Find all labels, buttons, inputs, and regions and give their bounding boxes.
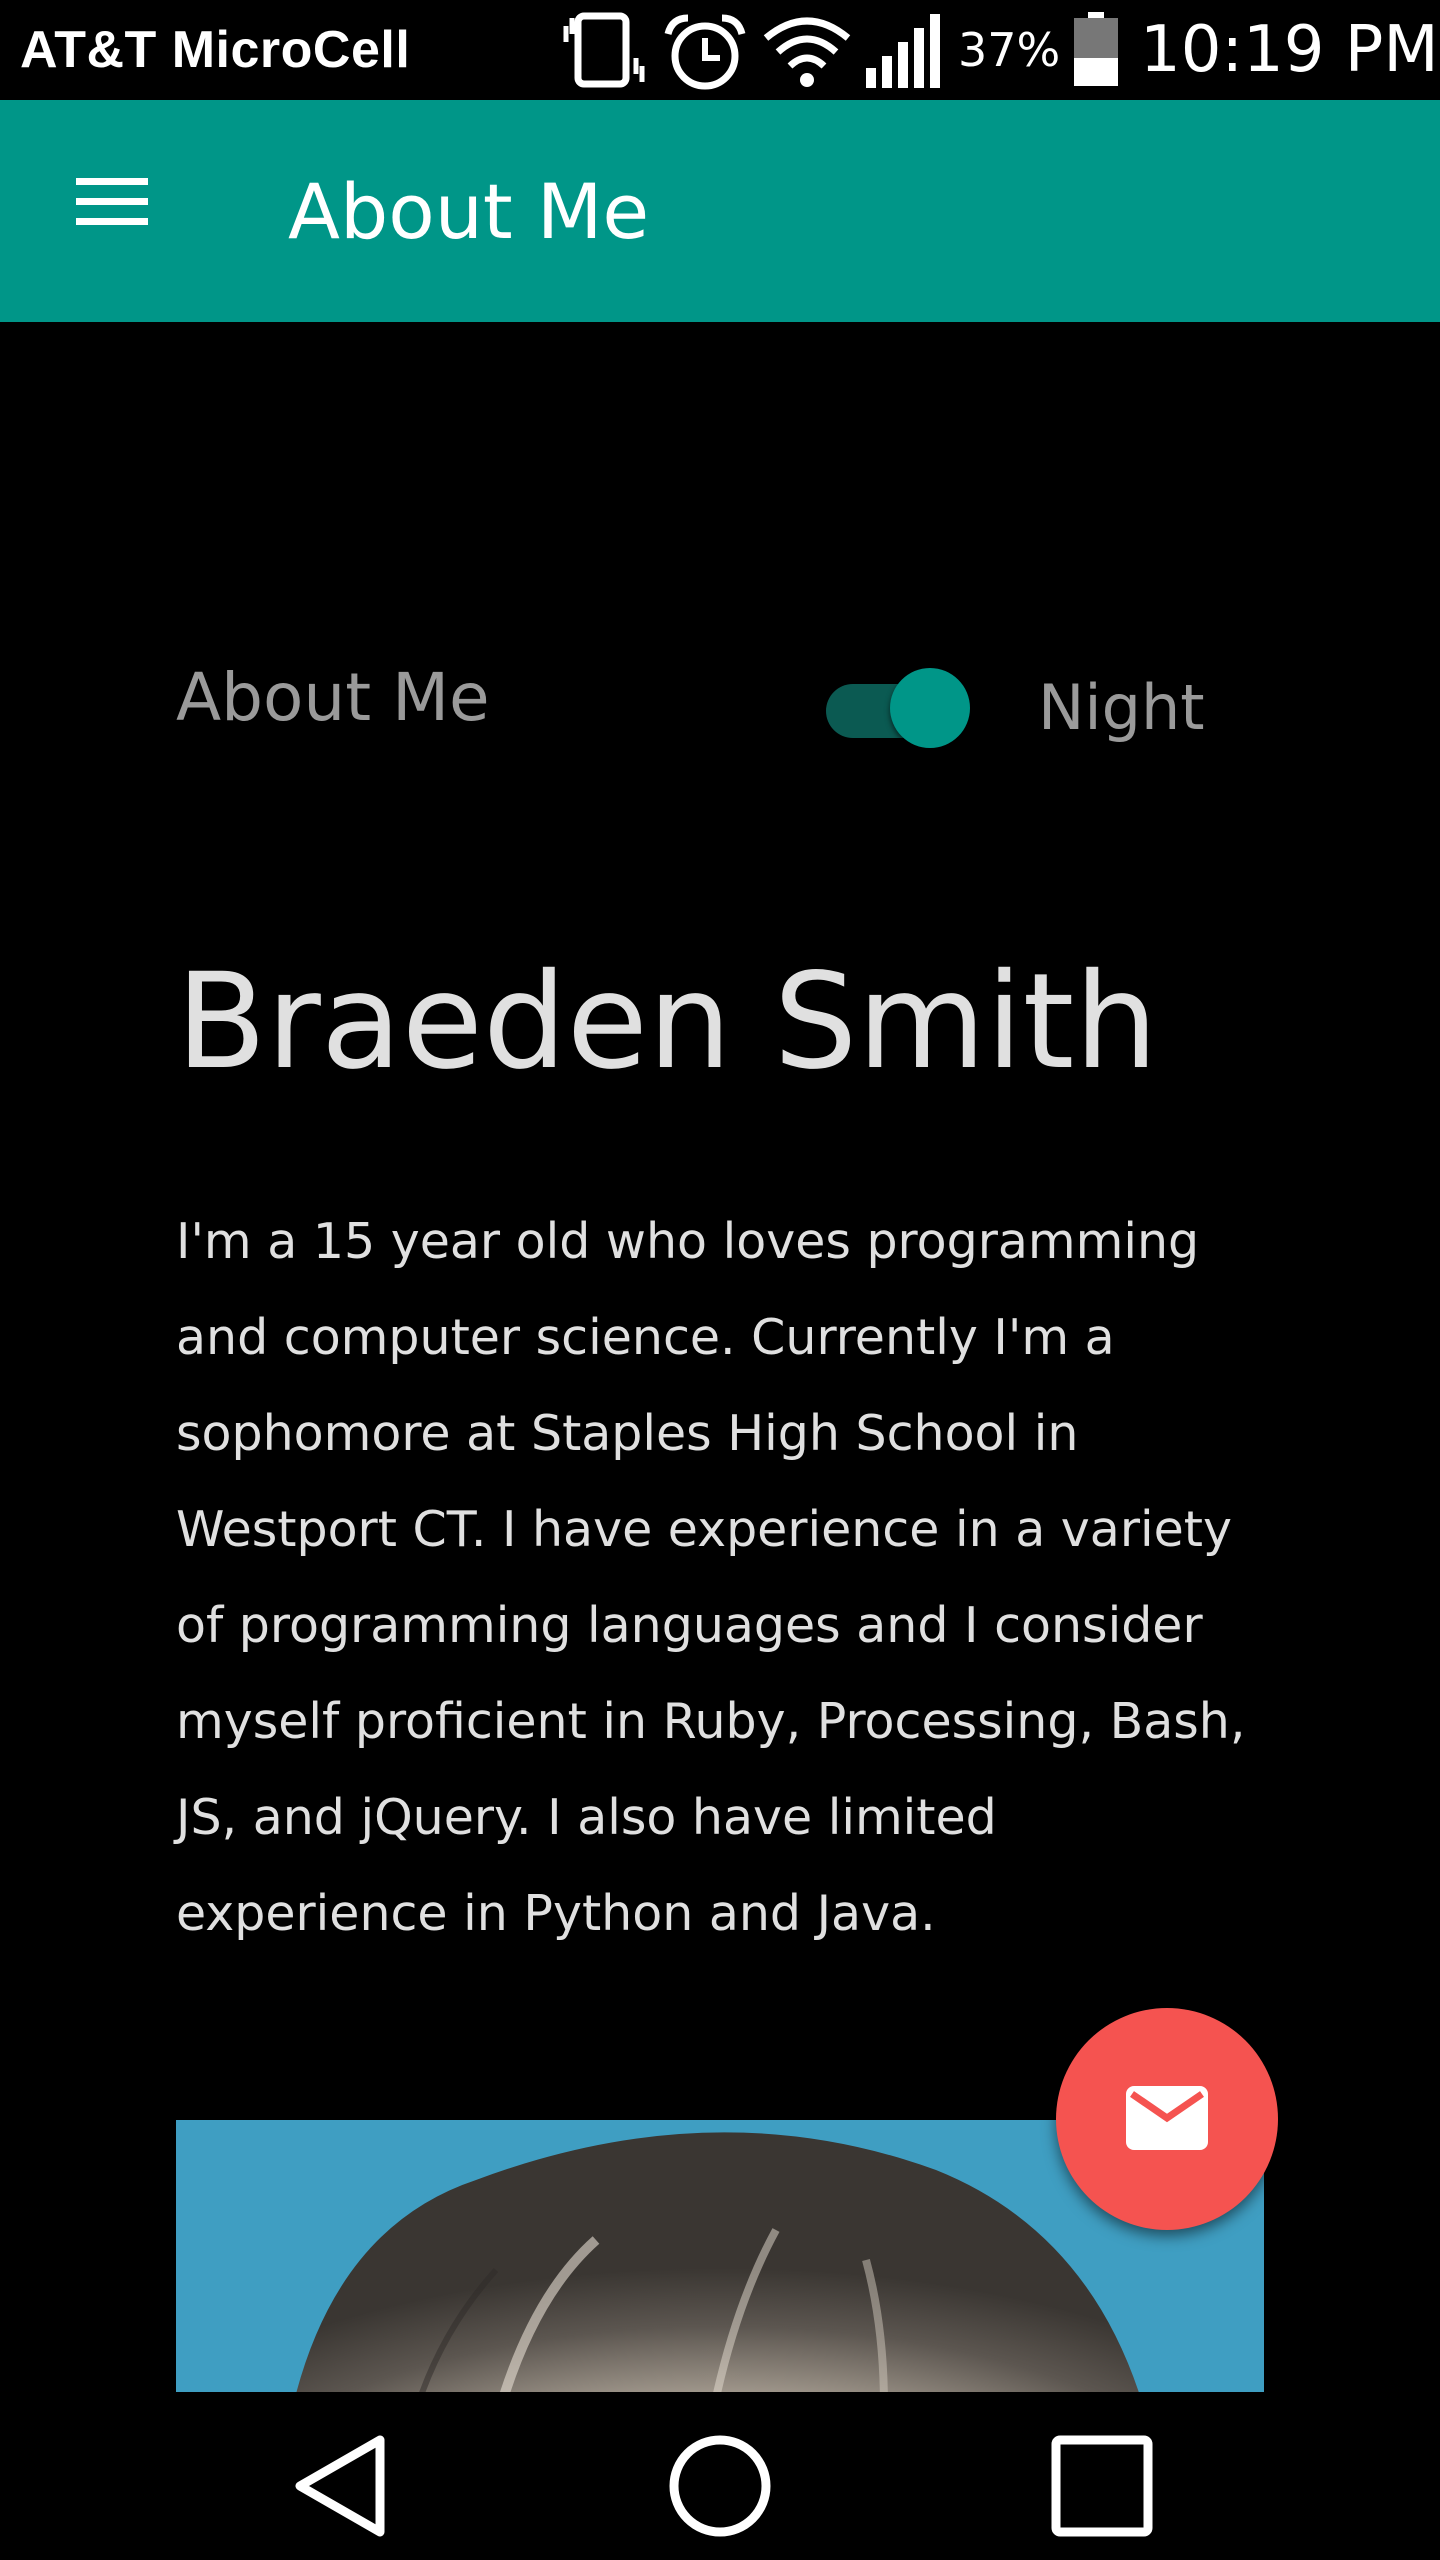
main-content[interactable]: About Me Night Braeden Smith I'm a 15 ye… xyxy=(0,322,1440,2392)
battery-percentage: 37% xyxy=(958,23,1061,77)
carrier-name: AT&T MicroCell xyxy=(20,21,411,79)
section-label: About Me xyxy=(176,659,490,736)
recents-button[interactable] xyxy=(1042,2426,1162,2546)
battery-icon xyxy=(1074,12,1118,86)
profile-bio: I'm a 15 year old who loves programming … xyxy=(176,1213,1246,1942)
back-button[interactable] xyxy=(280,2426,400,2546)
recents-icon xyxy=(1051,2435,1153,2537)
back-icon xyxy=(295,2435,385,2537)
switch-thumb xyxy=(890,668,970,748)
profile-name: Braeden Smith xyxy=(176,945,1159,1099)
wifi-icon xyxy=(763,17,851,87)
night-mode-label: Night xyxy=(1038,671,1205,744)
email-fab[interactable] xyxy=(1056,2008,1278,2230)
app-title: About Me xyxy=(288,167,650,256)
alarm-icon xyxy=(664,14,746,90)
menu-button[interactable] xyxy=(56,160,168,264)
clock: 10:19 PM xyxy=(1140,13,1439,87)
mail-icon xyxy=(1126,2086,1208,2150)
home-icon xyxy=(669,2435,771,2537)
status-bar: AT&T MicroCell 37% 10:19 PM xyxy=(0,0,1440,100)
night-mode-switch[interactable] xyxy=(826,668,976,748)
hamburger-menu-icon xyxy=(76,178,148,225)
system-nav-bar xyxy=(0,2392,1440,2560)
home-button[interactable] xyxy=(660,2426,780,2546)
vibrate-icon xyxy=(563,12,645,88)
signal-icon xyxy=(866,14,940,88)
app-bar: About Me xyxy=(0,100,1440,322)
